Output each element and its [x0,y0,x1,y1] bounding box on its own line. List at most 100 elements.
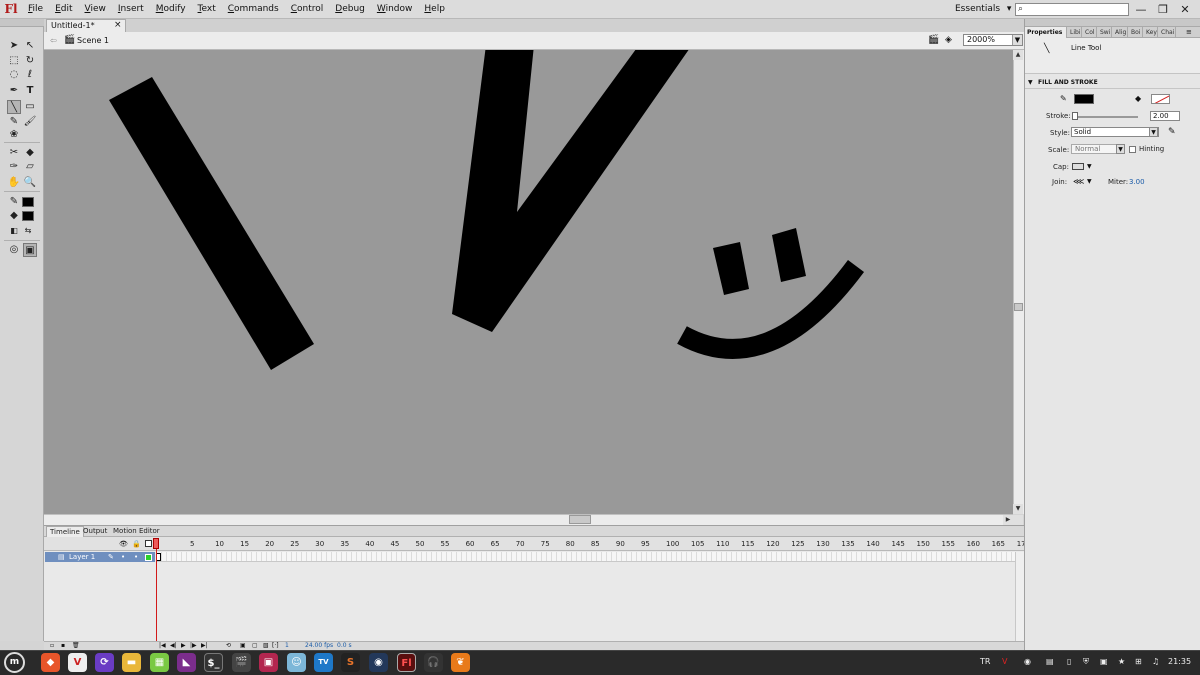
vivaldi-tray-icon[interactable]: V [1002,654,1007,670]
shape-smiley-eye-left[interactable] [713,242,749,295]
menu-help[interactable]: Help [418,0,451,19]
edit-stroke-style-icon[interactable]: ✎ [1168,127,1176,137]
shape-diagonal-bar[interactable] [109,77,314,370]
frame-number[interactable]: 130 [816,539,829,549]
stroke-slider-thumb[interactable] [1072,112,1078,120]
lasso-alt-tool-icon[interactable]: ℓ [23,68,37,82]
volume-tray-icon[interactable]: ♫ [1152,654,1159,670]
panel-menu-icon[interactable]: ≡ [1186,27,1192,38]
frame-number[interactable]: 60 [466,539,475,549]
tab-output[interactable]: Output [80,526,110,537]
tab-color[interactable]: Col [1083,27,1097,38]
flash-app-icon[interactable]: Fl [397,653,416,672]
hinting-checkbox[interactable] [1129,146,1136,153]
line-tool-icon[interactable]: ╲ [7,100,21,114]
frame-number[interactable]: 140 [866,539,879,549]
fl-studio-icon[interactable]: ❦ [451,653,470,672]
collapse-triangle-icon[interactable]: ▼ [1028,78,1033,88]
outline-icon[interactable] [145,540,152,547]
frame-number[interactable]: 90 [616,539,625,549]
frame-number[interactable]: 65 [491,539,500,549]
start-menu-icon[interactable]: m [4,652,25,673]
3d-rotation-tool-icon[interactable]: ↻ [23,54,37,68]
section-heading[interactable]: FILL AND STROKE [1038,78,1098,88]
new-folder-icon[interactable]: ▪ [61,641,65,650]
bone-tool-icon[interactable]: ✂ [7,146,21,160]
frame-number[interactable]: 145 [891,539,904,549]
network-tray-icon[interactable]: ⊞ [1135,654,1142,670]
frame-number[interactable]: 10 [215,539,224,549]
layer-name[interactable]: Layer 1 [69,552,95,562]
frame-number[interactable]: 115 [741,539,754,549]
menu-debug[interactable]: Debug [329,0,371,19]
join-select-icon[interactable]: ⋘ [1073,177,1084,187]
stroke-color-swatch[interactable] [1074,94,1094,104]
menu-edit[interactable]: Edit [49,0,78,19]
visibility-dot[interactable]: • [121,552,125,562]
pencil-tool-icon[interactable]: ✎ [7,115,21,129]
sublime-icon[interactable]: S [341,653,360,672]
keyboard-layout[interactable]: TR [980,654,990,670]
modify-markers-icon[interactable]: [·] [272,641,279,650]
cap-select-icon[interactable] [1072,163,1084,170]
vivaldi-icon[interactable]: V [68,653,87,672]
stroke-color-swatch[interactable] [22,197,34,207]
tab-motion-editor[interactable]: Motion Editor [110,526,163,537]
frame-number[interactable]: 80 [566,539,575,549]
android-icon[interactable]: ▦ [150,653,169,672]
eyedropper-tool-icon[interactable]: ✑ [7,160,21,174]
tab-swatches[interactable]: Swi [1098,27,1112,38]
frame-number[interactable]: 100 [666,539,679,549]
miter-value[interactable]: 3.00 [1129,177,1145,187]
frame-number[interactable]: 125 [791,539,804,549]
eraser-tool-icon[interactable]: ▱ [23,160,37,174]
frame-rate[interactable]: 24.00 fps [305,641,333,650]
lasso-tool-icon[interactable]: ◌ [7,68,21,82]
frame-number[interactable]: 75 [541,539,550,549]
pen-tool-icon[interactable]: ✒ [7,84,21,98]
tab-bone[interactable]: Boi [1129,27,1143,38]
shape-smiley-mouth[interactable] [677,260,865,359]
star-tray-icon[interactable]: ★ [1118,654,1125,670]
fill-color-swatch[interactable] [22,211,34,221]
free-transform-tool-icon[interactable]: ⬚ [7,54,21,68]
frame-number[interactable]: 55 [441,539,450,549]
stroke-color-icon[interactable]: ✎ [7,195,21,209]
swap-colors-icon[interactable]: ⇆ [21,224,35,238]
onion-skin-icon[interactable]: ▣ [240,641,246,650]
edit-scene-icon[interactable]: 🎬 [928,34,939,46]
shield-tray-icon[interactable]: ⛨ [1083,654,1089,670]
tab-library[interactable]: Libi [1068,27,1082,38]
frame-number[interactable]: 150 [916,539,929,549]
search-input[interactable] [1015,3,1129,16]
menu-window[interactable]: Window [371,0,419,19]
menu-view[interactable]: View [79,0,112,19]
app-tray-icon[interactable]: ◉ [1024,654,1031,670]
video-editor-icon[interactable]: 🎬 [232,653,251,672]
frame-number[interactable]: 70 [516,539,525,549]
chevron-down-icon[interactable]: ▼ [1087,177,1092,187]
headphones-icon[interactable]: 🎧 [424,653,443,672]
panel-grip[interactable] [1025,19,1200,27]
first-frame-icon[interactable]: |◀ [159,641,166,650]
new-layer-icon[interactable]: ▫ [50,641,54,650]
panel-grip[interactable] [0,19,44,27]
playhead-handle[interactable] [153,538,159,549]
workspace-switcher[interactable]: Essentials ▾ [955,2,1011,17]
brush-tool-icon[interactable]: 🖌 [23,115,37,129]
frame-number[interactable]: 25 [290,539,299,549]
chevron-down-icon[interactable]: ▼ [1087,162,1092,172]
lock-icon[interactable]: 🔒 [132,539,141,549]
restore-button[interactable]: ❐ [1153,1,1173,18]
frame-number[interactable]: 95 [641,539,650,549]
frame-number[interactable]: 85 [591,539,600,549]
deco-tool-icon[interactable]: ❀ [7,128,21,142]
frame-number[interactable]: 105 [691,539,704,549]
play-icon[interactable]: ▶ [181,641,186,650]
chevron-down-icon[interactable]: ▼ [1149,127,1158,137]
last-frame-icon[interactable]: ▶| [201,641,208,650]
lock-dot[interactable]: • [134,552,138,562]
frame-number[interactable]: 155 [942,539,955,549]
stroke-input[interactable]: 2.00 [1150,111,1180,121]
terminal-icon[interactable]: $_ [204,653,223,672]
